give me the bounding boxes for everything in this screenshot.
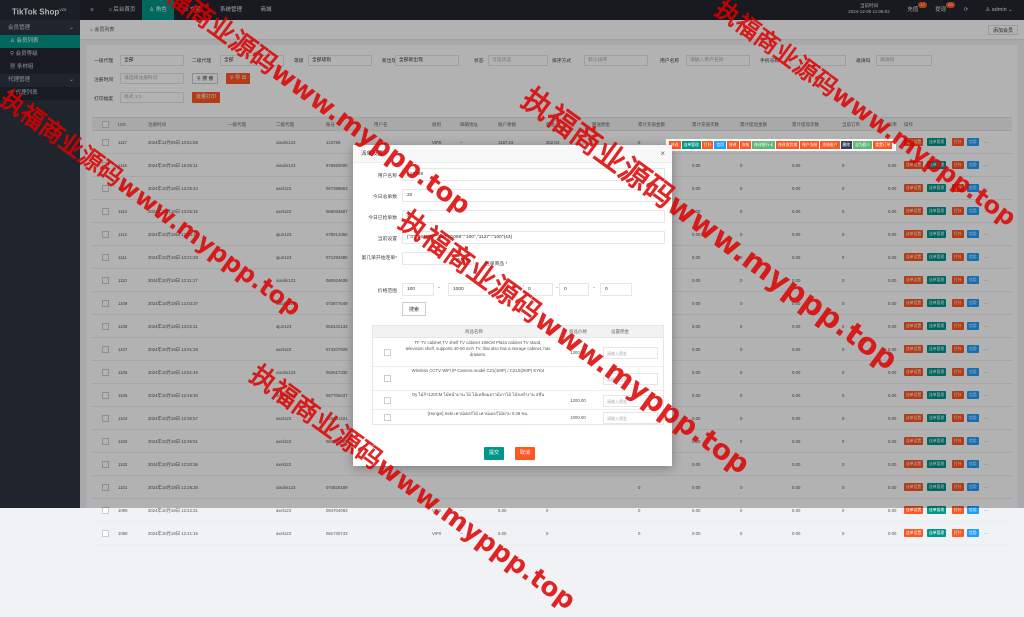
- goods-checkbox[interactable]: [384, 414, 391, 421]
- cancel-button[interactable]: 取消: [515, 447, 536, 460]
- cell-comm: 0: [546, 531, 549, 536]
- cell-stat: 0: [842, 531, 845, 536]
- more-icon[interactable]: ···: [984, 522, 988, 545]
- goods-name: Oy ไม้ก้า120CM ไม้หน้าบาน ไม้ ไม้เหลี่ยม…: [411, 392, 545, 397]
- row-checkbox[interactable]: [102, 530, 109, 537]
- submit-button[interactable]: 提交: [484, 447, 505, 460]
- header-action-button[interactable]: 修改银行卡: [752, 141, 776, 149]
- goods-table-header: 商品名称 商品价格 设置佣金: [373, 326, 663, 338]
- field-label: 价格范围: [377, 289, 397, 294]
- goods-price: 1000.00: [570, 415, 586, 420]
- cell-stat: 0.00: [792, 531, 801, 536]
- goods-price: 1200.00: [570, 398, 586, 403]
- goods-checkbox[interactable]: [384, 397, 391, 404]
- range-separator: -: [438, 285, 440, 291]
- goods-name: TF TV cabinet TV shelf TV cabinet 190CM …: [405, 340, 551, 357]
- range-separator: -: [593, 285, 595, 291]
- header-action-button[interactable]: 账户冻结: [800, 141, 820, 149]
- header-action-button[interactable]: 信用: [714, 141, 726, 149]
- row-action-button[interactable]: 信用: [967, 529, 979, 537]
- cell-stat: 0: [638, 531, 641, 536]
- header-action-button[interactable]: 修改收货地: [776, 141, 800, 149]
- cell-rate: 0.00: [888, 531, 897, 536]
- field-label: 当前设置: [377, 237, 397, 242]
- table-row: 1098 2024年10月18日 12:21:15 axel123 081730743…: [92, 522, 1012, 545]
- modal-search-button[interactable]: 搜索: [402, 302, 427, 316]
- goods-checkbox[interactable]: [384, 349, 391, 356]
- header-action-button[interactable]: 冻结账户: [820, 141, 840, 149]
- cell-agent2: axel123: [276, 531, 292, 536]
- price-min-field[interactable]: 100: [402, 283, 434, 296]
- range-field-4[interactable]: 0: [559, 283, 589, 296]
- cell-account: 081730743: [326, 531, 348, 536]
- header-action-button[interactable]: 修改: [726, 141, 739, 149]
- header-action-button[interactable]: 设为假人: [853, 141, 873, 149]
- cell-stat: 0.00: [692, 531, 701, 536]
- goods-row: [Hongxi] Seki เคาน์เตอร์ไม้ เคาน์เตอร์ไม…: [373, 410, 663, 424]
- column-header: 商品名称: [465, 329, 483, 334]
- range-separator: -: [556, 285, 558, 291]
- column-header: 设置佣金: [611, 329, 629, 334]
- header-action-button[interactable]: 删除: [840, 141, 853, 149]
- goods-checkbox[interactable]: [384, 375, 391, 382]
- row-action-button[interactable]: 打针: [952, 529, 964, 537]
- goods-name: [Hongxi] Seki เคาน์เตอร์ไม้ เคาน์เตอร์ไม…: [427, 411, 529, 416]
- goods-name: Wireless CCTV WiFi IP Camera model C21(1…: [411, 368, 545, 373]
- field-label: 今日总单数: [373, 195, 397, 200]
- header-action-button[interactable]: 连单管理: [681, 141, 701, 149]
- header-action-button[interactable]: 打针: [701, 141, 714, 149]
- cell-time: 2024年10月18日 12:21:15: [148, 531, 198, 536]
- row-action-button[interactable]: 连单设置: [904, 529, 924, 537]
- field-label: 今日已抢单数: [368, 216, 397, 221]
- row-checkbox[interactable]: [102, 507, 109, 514]
- field-label: 第几单开始连单*: [361, 256, 397, 261]
- cell-stat: 0: [740, 531, 743, 536]
- range-field-5[interactable]: 0: [600, 283, 632, 296]
- header-action-bar: 修改 连单管理 打针 信用 修改 冻结 修改银行卡 修改收货地 账户冻结 冻结账户 删除 设为假人 重置…: [666, 139, 897, 151]
- cell-uid: 1098: [118, 531, 128, 536]
- row-action-button[interactable]: 连单管理: [927, 529, 947, 537]
- close-icon[interactable]: ×: [660, 149, 665, 158]
- header-action-button[interactable]: 冻结: [739, 141, 752, 149]
